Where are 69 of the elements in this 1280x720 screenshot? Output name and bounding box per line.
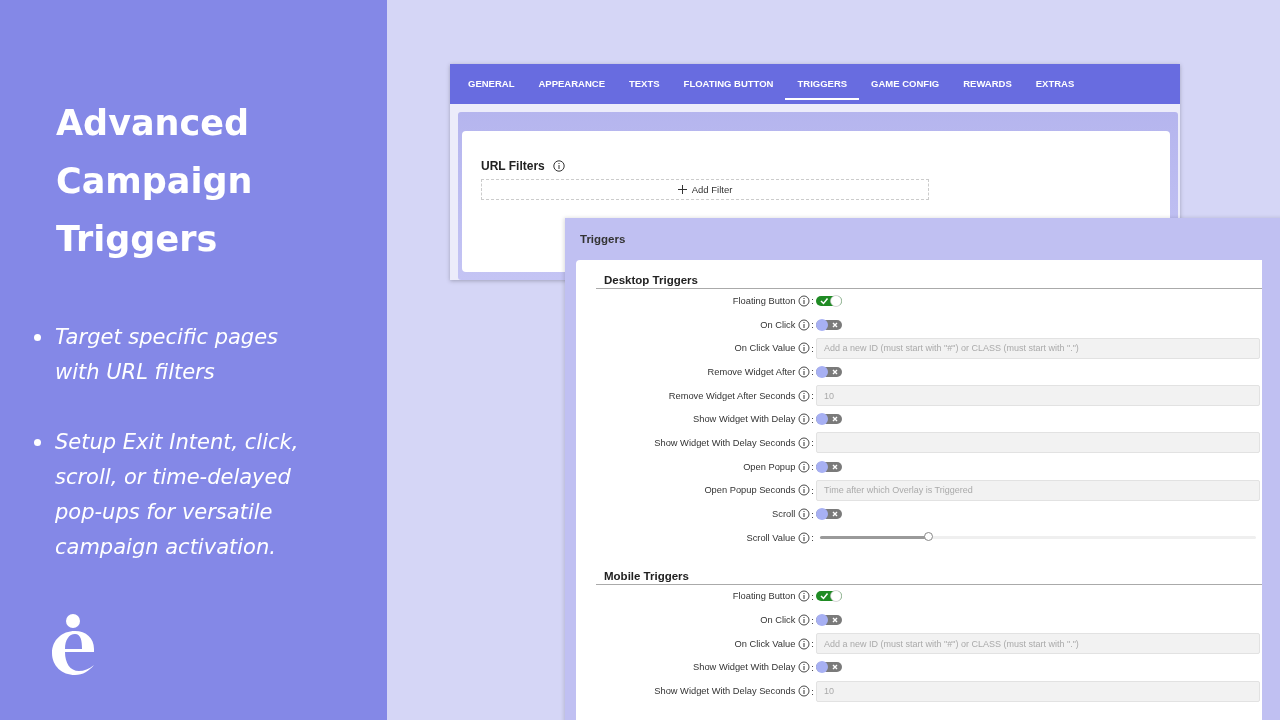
colon-text: :: [811, 590, 814, 602]
info-icon[interactable]: [552, 160, 565, 172]
section-title: Mobile Triggers: [596, 569, 1262, 585]
field-label: Show Widget With Delay: [693, 414, 796, 425]
colon-text: :: [811, 661, 814, 673]
promo-title: Advanced Campaign Triggers: [56, 102, 254, 261]
section-title: URL Filters: [481, 159, 545, 173]
field-label: On Click: [760, 615, 796, 626]
input-field[interactable]: Add a new ID (must start with "#") or CLASS (must start with "."): [816, 633, 1260, 655]
colon-text: :: [811, 532, 814, 544]
toggle-switch[interactable]: [816, 614, 842, 627]
tab[interactable]: FLOATING BUTTON: [671, 68, 786, 100]
toggle-switch[interactable]: [816, 508, 842, 521]
bullet-text: Target specific pages with URL filters: [55, 324, 280, 386]
input-field[interactable]: Time after which Overlay is Triggered: [816, 479, 1260, 501]
colon-text: :: [811, 319, 814, 331]
tab[interactable]: TEXTS: [616, 68, 672, 100]
toggle-switch[interactable]: [816, 318, 842, 331]
toggle-switch[interactable]: [816, 590, 842, 603]
field-label: Floating Button: [732, 295, 796, 306]
input-field[interactable]: 10: [816, 680, 1260, 702]
toggle-switch[interactable]: [816, 365, 842, 378]
input-field[interactable]: [816, 432, 1260, 454]
input-field[interactable]: 10: [816, 385, 1260, 407]
add-filter-button[interactable]: Add Filter: [481, 179, 929, 200]
toggle-switch[interactable]: [816, 661, 842, 674]
plus-icon: [677, 185, 687, 194]
field-label: Floating Button: [732, 591, 796, 602]
tab[interactable]: TRIGGERS: [785, 68, 860, 100]
colon-text: :: [811, 508, 814, 520]
field-label: Open Popup Seconds: [704, 485, 796, 496]
field-label: Show Widget With Delay Seconds: [654, 686, 796, 697]
colon-text: :: [811, 295, 814, 307]
colon-text: :: [811, 342, 814, 354]
colon-text: :: [811, 685, 814, 697]
panel-title: Triggers: [579, 232, 627, 247]
field-label: Show Widget With Delay: [693, 662, 796, 673]
field-label: Scroll Value: [746, 532, 796, 543]
colon-text: :: [811, 413, 814, 425]
tab[interactable]: EXTRAS: [1023, 68, 1087, 100]
field-label: On Click Value: [734, 638, 796, 649]
colon-text: :: [811, 461, 814, 473]
tab[interactable]: GAME CONFIG: [859, 68, 952, 100]
colon-text: :: [811, 484, 814, 496]
bullet-icon: [34, 439, 41, 446]
field-label: Show Widget With Delay Seconds: [654, 437, 796, 448]
input-field[interactable]: Add a new ID (must start with "#") or CLASS (must start with "."): [816, 337, 1260, 359]
slider-thumb[interactable]: [924, 532, 933, 542]
field-label: Open Popup: [743, 461, 796, 472]
logo-icon: [50, 614, 96, 676]
colon-text: :: [811, 638, 814, 650]
field-label: On Click: [760, 319, 796, 330]
bullet-text: Setup Exit Intent, click, scroll, or time-delayed pop-ups for versatile campaign activation.: [55, 429, 300, 561]
colon-text: :: [811, 614, 814, 626]
colon-text: :: [811, 366, 814, 378]
colon-text: :: [811, 437, 814, 449]
field-label: Remove Widget After Seconds: [668, 390, 796, 401]
toggle-switch[interactable]: [816, 413, 842, 426]
bullet-icon: [34, 334, 41, 341]
field-label: Scroll: [772, 509, 796, 520]
toggle-switch[interactable]: [816, 294, 842, 307]
tab[interactable]: REWARDS: [951, 68, 1024, 100]
tab[interactable]: APPEARANCE: [526, 68, 617, 100]
colon-text: :: [811, 390, 814, 402]
field-label: On Click Value: [734, 343, 796, 354]
section-title: Desktop Triggers: [596, 274, 1262, 289]
tab[interactable]: GENERAL: [456, 68, 527, 100]
toggle-switch[interactable]: [816, 460, 842, 473]
field-label: Remove Widget After: [707, 366, 796, 377]
